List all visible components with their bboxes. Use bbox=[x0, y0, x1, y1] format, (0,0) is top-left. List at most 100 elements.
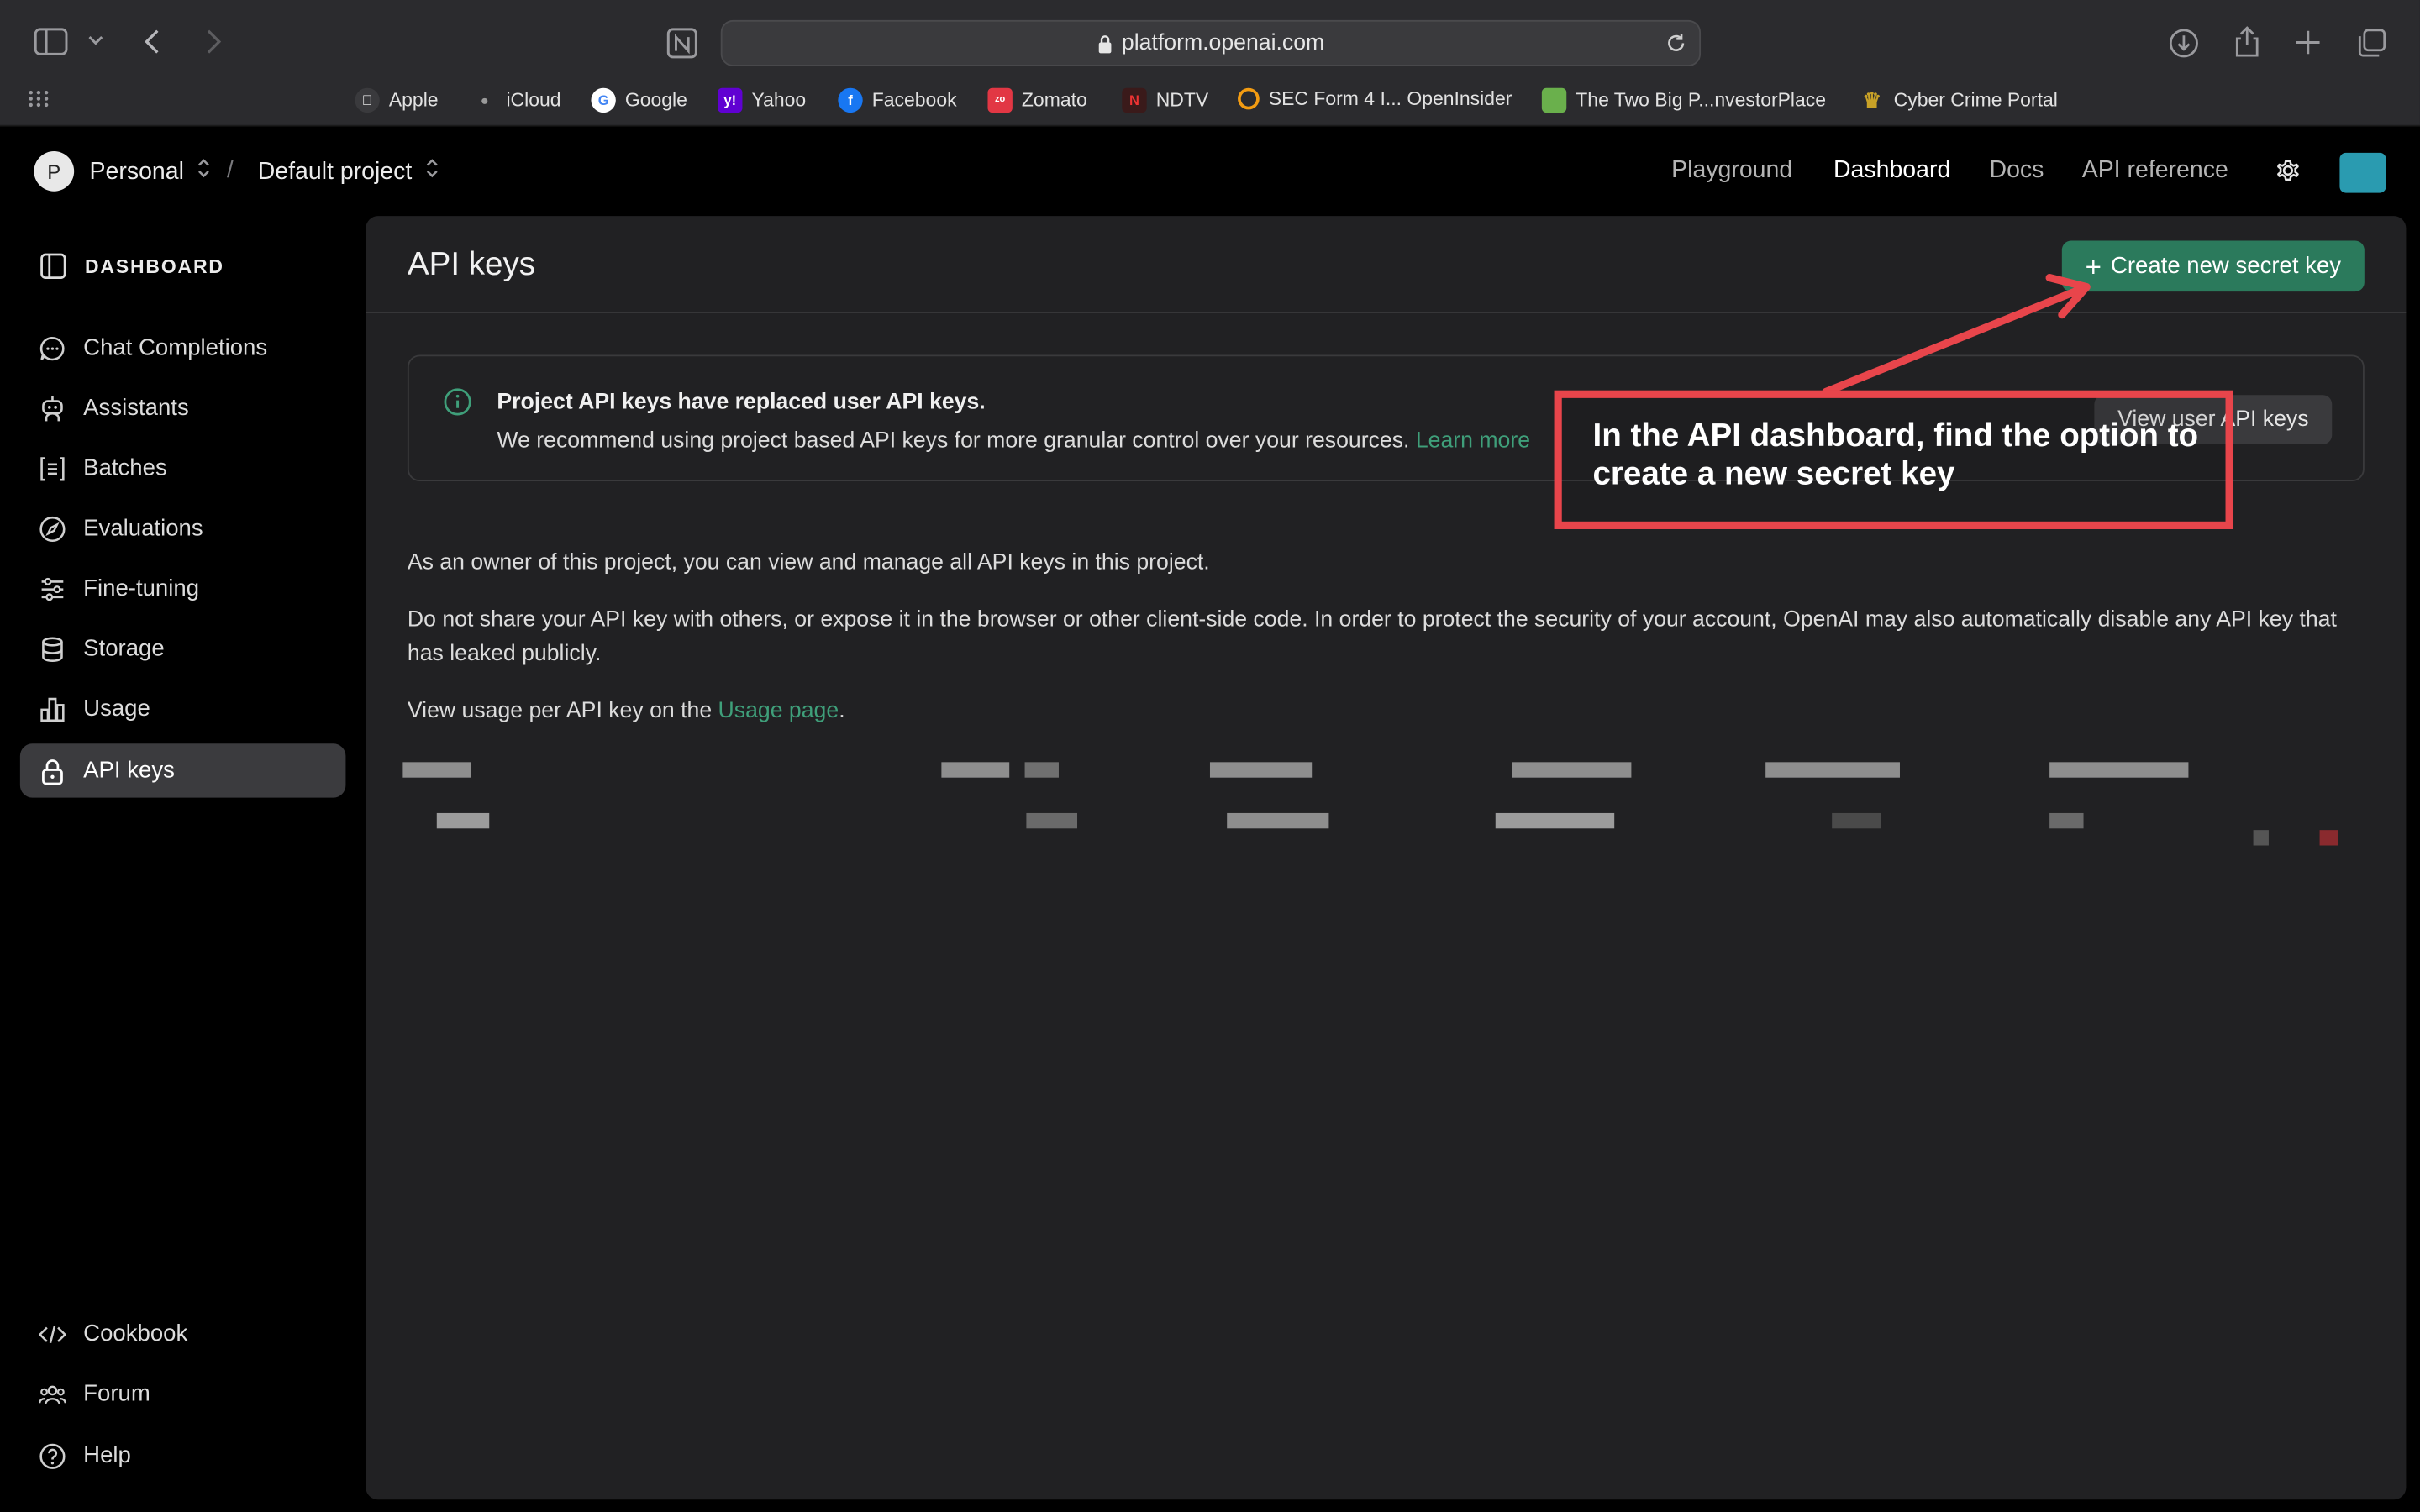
bookmark-label: Yahoo bbox=[751, 89, 807, 112]
sidebar-item-cookbook[interactable]: Cookbook bbox=[20, 1307, 346, 1361]
download-icon[interactable] bbox=[2169, 28, 2200, 59]
bookmark-label: SEC Form 4 I... OpenInsider bbox=[1268, 87, 1512, 110]
notice-body: We recommend using project based API key… bbox=[497, 429, 1530, 454]
emblem-icon: ♛ bbox=[1862, 87, 1882, 113]
sidebar-item-batches[interactable]: Batches bbox=[20, 441, 346, 495]
investorplace-icon bbox=[1541, 87, 1567, 113]
bookmark-apple[interactable]:  Apple bbox=[355, 87, 439, 113]
sidebar-item-storage[interactable]: Storage bbox=[20, 622, 346, 675]
sidebar-header[interactable]: DASHBOARD bbox=[40, 253, 224, 279]
sidebar-toggle-icon[interactable] bbox=[34, 28, 68, 55]
bookmark-icloud[interactable]: ● iCloud bbox=[472, 88, 561, 113]
create-new-secret-key-button[interactable]: + Create new secret key bbox=[2061, 240, 2365, 292]
lock-icon bbox=[1097, 33, 1113, 53]
bookmark-label: Facebook bbox=[871, 89, 957, 112]
bookmark-cyber-crime-portal[interactable]: ♛ Cyber Crime Portal bbox=[1860, 87, 2058, 113]
sidebar-item-forum[interactable]: Forum bbox=[20, 1367, 346, 1420]
bookmark-ndtv[interactable]: N NDTV bbox=[1122, 87, 1209, 113]
bookmark-label: Apple bbox=[388, 89, 439, 112]
apple-icon: ● bbox=[480, 92, 489, 108]
notion-icon[interactable] bbox=[666, 26, 699, 60]
app-header: P Personal / Default project Playground … bbox=[0, 126, 2420, 217]
lock-icon bbox=[39, 757, 66, 785]
chevron-down-icon[interactable] bbox=[87, 31, 105, 50]
forward-icon[interactable] bbox=[203, 28, 224, 55]
bookmark-label: iCloud bbox=[506, 89, 561, 112]
help-icon bbox=[39, 1441, 66, 1469]
new-tab-icon[interactable] bbox=[2295, 29, 2321, 55]
code-icon bbox=[38, 1320, 66, 1347]
info-icon bbox=[443, 387, 472, 424]
bookmark-label: NDTV bbox=[1155, 89, 1209, 112]
annotation-text: In the API dashboard, find the option to… bbox=[1592, 417, 2199, 492]
sidebar-item-label: Cookbook bbox=[83, 1320, 188, 1347]
sidebar-item-label: Batches bbox=[83, 454, 167, 482]
sliders-icon bbox=[39, 575, 66, 602]
usage-page-link[interactable]: Usage page bbox=[718, 699, 839, 723]
openinsider-icon bbox=[1238, 87, 1260, 110]
org-switcher[interactable]: Personal bbox=[90, 157, 212, 186]
bookmark-label: Cyber Crime Portal bbox=[1893, 89, 2058, 112]
settings-gear-icon[interactable] bbox=[2272, 155, 2305, 187]
bookmark-zomato[interactable]: zo Zomato bbox=[987, 87, 1087, 113]
owner-description: As an owner of this project, you can vie… bbox=[407, 550, 1210, 576]
bookmark-yahoo[interactable]: y! Yahoo bbox=[718, 87, 807, 113]
screen: platform.openai.com  Apple ● iCloud G Goog… bbox=[0, 0, 2420, 1512]
learn-more-link[interactable]: Learn more bbox=[1416, 429, 1530, 454]
database-icon bbox=[39, 635, 66, 663]
apps-grid-icon[interactable] bbox=[28, 90, 50, 108]
google-icon: G bbox=[591, 87, 616, 113]
sidebar-item-evaluations[interactable]: Evaluations bbox=[20, 501, 346, 555]
sidebar-item-help[interactable]: Help bbox=[20, 1429, 346, 1483]
sidebar-item-usage[interactable]: Usage bbox=[20, 682, 346, 736]
bookmark-label: The Two Big P...nvestorPlace bbox=[1576, 89, 1827, 112]
nav-dashboard[interactable]: Dashboard bbox=[1833, 157, 1950, 185]
share-icon[interactable] bbox=[2233, 24, 2261, 58]
sidebar-item-chat-completions[interactable]: Chat Completions bbox=[20, 321, 346, 375]
plus-icon: + bbox=[2085, 250, 2102, 282]
sidebar-item-label: API keys bbox=[83, 757, 175, 785]
notice-body-text: We recommend using project based API key… bbox=[497, 428, 1410, 454]
panel-toggle-icon[interactable] bbox=[40, 253, 66, 279]
bookmarks-bar:  Apple ● iCloud G Google y! Yahoo f Facebook… bbox=[0, 81, 2420, 121]
user-avatar[interactable] bbox=[2339, 152, 2386, 193]
compass-icon bbox=[39, 515, 66, 543]
org-avatar[interactable]: P bbox=[34, 150, 75, 192]
sidebar-item-label: Fine-tuning bbox=[83, 575, 200, 602]
url-text: platform.openai.com bbox=[1121, 30, 1325, 56]
sidebar-item-label: Assistants bbox=[83, 395, 189, 422]
address-bar[interactable]: platform.openai.com bbox=[720, 19, 1702, 66]
nav-playground[interactable]: Playground bbox=[1671, 157, 1792, 185]
sidebar-item-label: Help bbox=[83, 1442, 131, 1469]
facebook-icon: f bbox=[838, 87, 863, 113]
chat-bubble-icon bbox=[39, 334, 66, 362]
bookmark-openinsider[interactable]: SEC Form 4 I... OpenInsider bbox=[1238, 87, 1512, 110]
org-name: Personal bbox=[89, 158, 184, 185]
sidebar-item-label: Usage bbox=[83, 696, 150, 722]
project-switcher[interactable]: Default project bbox=[258, 157, 440, 186]
project-name: Default project bbox=[257, 158, 413, 185]
bookmark-label: Google bbox=[624, 89, 687, 112]
bookmark-facebook[interactable]: f Facebook bbox=[838, 87, 957, 113]
sidebar-item-fine-tuning[interactable]: Fine-tuning bbox=[20, 562, 346, 616]
bookmark-label: Zomato bbox=[1021, 89, 1087, 112]
usage-info-suffix: . bbox=[839, 699, 845, 724]
reload-icon[interactable] bbox=[1665, 33, 1687, 60]
sidebar-item-label: Forum bbox=[83, 1380, 150, 1408]
tab-overview-icon[interactable] bbox=[2357, 28, 2388, 59]
nav-docs[interactable]: Docs bbox=[1990, 157, 2044, 185]
yahoo-icon: y! bbox=[718, 87, 743, 113]
sidebar-item-assistants[interactable]: Assistants bbox=[20, 381, 346, 435]
bookmark-google[interactable]: G Google bbox=[591, 87, 687, 113]
chevron-up-down-icon bbox=[424, 157, 439, 186]
nav-api-reference[interactable]: API reference bbox=[2082, 157, 2228, 185]
chevron-up-down-icon bbox=[197, 157, 212, 186]
back-icon[interactable] bbox=[142, 28, 164, 55]
annotation-callout: In the API dashboard, find the option to… bbox=[1554, 390, 2233, 529]
main-header: API keys + Create new secret key bbox=[366, 216, 2407, 313]
create-button-label: Create new secret key bbox=[2110, 253, 2342, 280]
sidebar-item-api-keys[interactable]: API keys bbox=[19, 743, 346, 798]
batches-icon bbox=[39, 454, 66, 482]
bookmark-investorplace[interactable]: The Two Big P...nvestorPlace bbox=[1541, 87, 1827, 113]
ndtv-icon: N bbox=[1122, 87, 1147, 113]
